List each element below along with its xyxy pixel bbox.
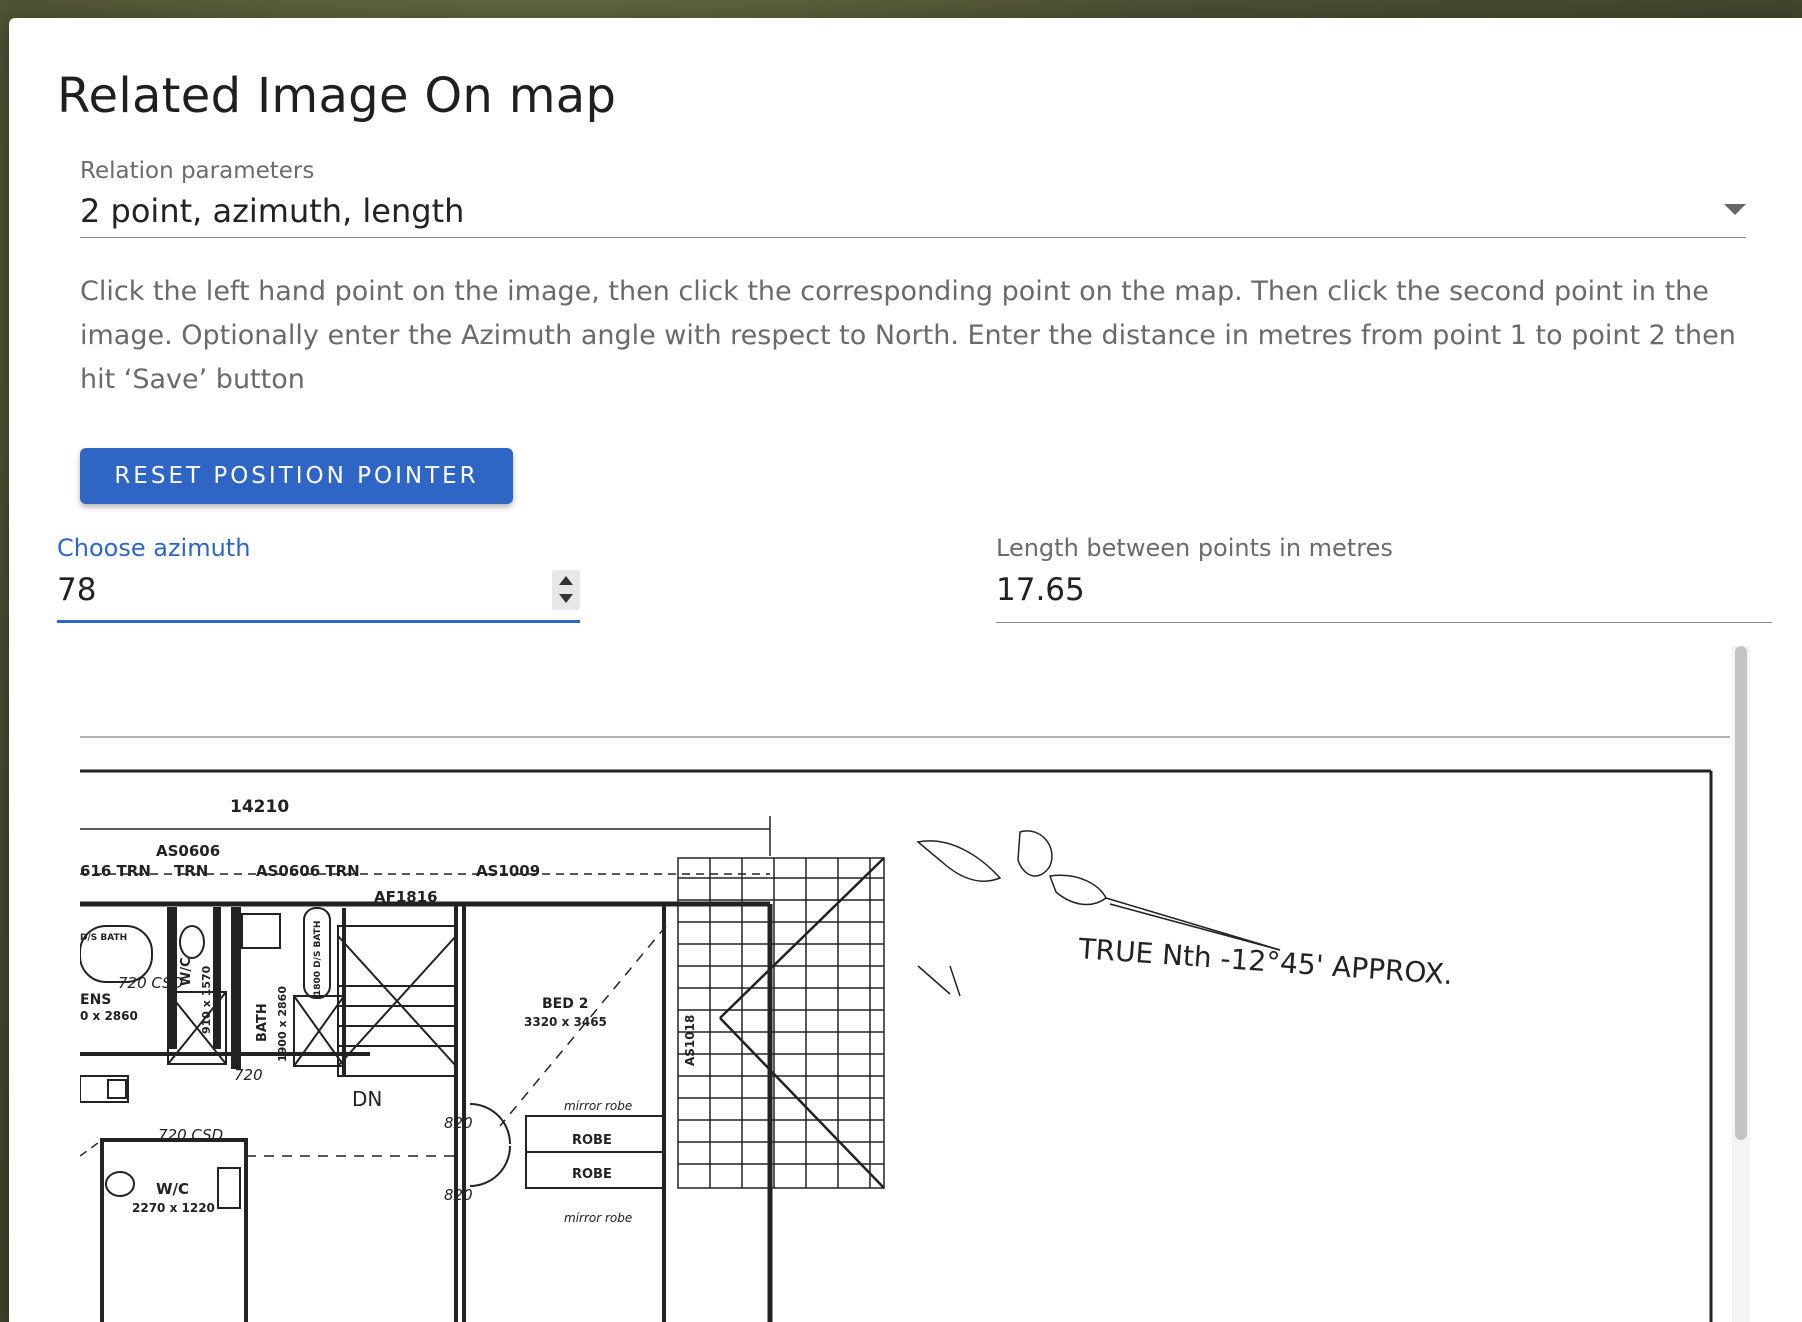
- room-label: D/S BATH: [80, 933, 127, 943]
- room-size-label: 3320 x 3465: [524, 1015, 607, 1029]
- room-label: BATH: [255, 1003, 270, 1042]
- length-underline: [996, 622, 1772, 623]
- window-label: AS1018: [683, 1015, 697, 1066]
- room-size-label: 910 x 1570: [200, 965, 213, 1034]
- robe-label: ROBE: [572, 1167, 612, 1182]
- azimuth-field[interactable]: Choose azimuth: [57, 528, 580, 623]
- floor-plan-image[interactable]: 14210 616 TRN AS0606 TRN AS0606 TRN AS10…: [80, 646, 1730, 1322]
- azimuth-input[interactable]: [57, 568, 527, 612]
- door-label: 820: [444, 1114, 473, 1132]
- floor-plan-drawing[interactable]: 14210 616 TRN AS0606 TRN AS0606 TRN AS10…: [80, 646, 1730, 1322]
- select-underline: [80, 237, 1746, 238]
- scrollbar-thumb[interactable]: [1735, 646, 1747, 1140]
- window-label: TRN: [174, 862, 208, 880]
- dimension-label: 14210: [230, 797, 289, 817]
- azimuth-stepper[interactable]: [552, 570, 580, 610]
- length-label: Length between points in metres: [996, 534, 1393, 562]
- room-size-label: 2270 x 1220: [132, 1201, 215, 1215]
- door-label: 720 CSD: [118, 974, 183, 992]
- window-label: AF1816: [374, 888, 438, 906]
- stepper-down-icon[interactable]: [559, 594, 573, 603]
- robe-note: mirror robe: [564, 1211, 632, 1225]
- room-label: 1800 D/S BATH: [313, 921, 323, 996]
- window-label: 616 TRN: [80, 862, 151, 880]
- azimuth-label: Choose azimuth: [57, 534, 251, 562]
- door-label: 720: [234, 1066, 263, 1084]
- room-label: BED 2: [542, 996, 588, 1012]
- robe-note: mirror robe: [564, 1099, 632, 1113]
- image-scrollbar[interactable]: [1732, 646, 1750, 1322]
- dialog-title: Related Image On map: [57, 68, 617, 124]
- length-input[interactable]: [996, 568, 1766, 612]
- instructions-text: Click the left hand point on the image, …: [80, 276, 1736, 395]
- window-label: AS0606 TRN: [256, 862, 360, 880]
- room-label: W/C: [156, 1180, 189, 1198]
- stepper-up-icon[interactable]: [559, 576, 573, 585]
- relation-parameters-value[interactable]: 2 point, azimuth, length: [80, 192, 464, 230]
- azimuth-underline: [57, 620, 580, 623]
- true-north-note: TRUE Nth -12°45' APPROX.: [1077, 932, 1454, 991]
- door-label: 720 CSD: [158, 1126, 223, 1144]
- reset-position-pointer-button[interactable]: RESET POSITION POINTER: [80, 448, 513, 504]
- door-label: 820: [444, 1186, 473, 1204]
- dropdown-arrow-icon[interactable]: [1724, 204, 1746, 215]
- robe-label: ROBE: [572, 1133, 612, 1148]
- room-size-label: 0 x 2860: [80, 1009, 138, 1023]
- room-label: W/C: [179, 957, 194, 986]
- window-label: AS1009: [476, 862, 540, 880]
- window-label: AS0606: [156, 842, 220, 860]
- length-field[interactable]: Length between points in metres: [996, 528, 1772, 623]
- room-label: ENS: [80, 992, 111, 1008]
- relation-parameters-label: Relation parameters: [80, 158, 315, 184]
- related-image-dialog: Related Image On map Relation parameters…: [9, 18, 1802, 1322]
- stair-label: DN: [352, 1087, 382, 1111]
- relation-parameters-select[interactable]: Relation parameters 2 point, azimuth, le…: [80, 158, 1746, 238]
- room-size-label: 1900 x 2860: [276, 986, 289, 1062]
